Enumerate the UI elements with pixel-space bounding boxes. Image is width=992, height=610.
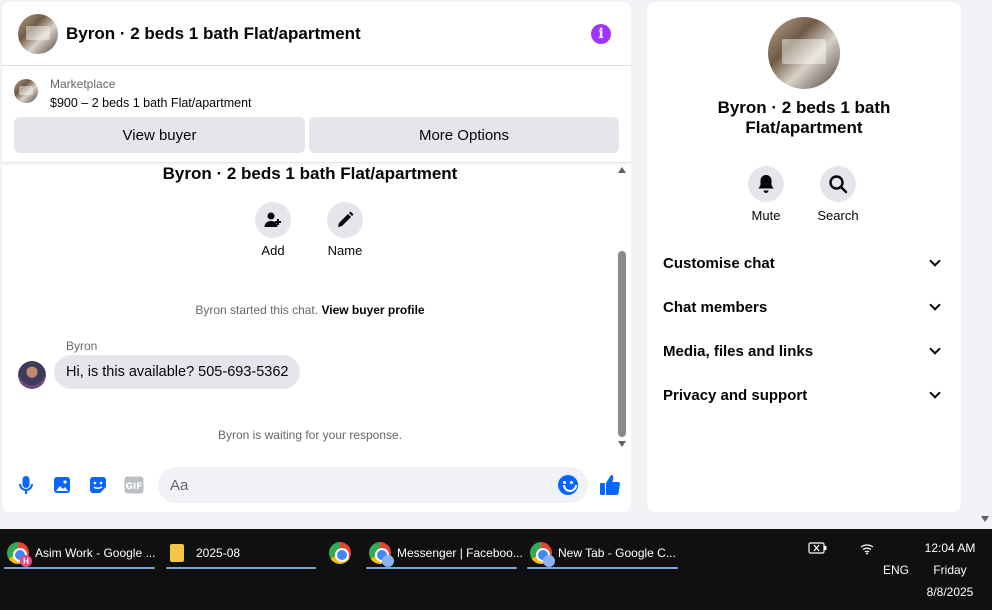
message-bubble[interactable]: Hi, is this available? 505-693-5362 [54,355,301,389]
section-label: Media, files and links [663,342,814,360]
taskbar-item-label: Asim Work - Google ... [35,546,156,560]
section-label: Customise chat [663,254,775,272]
taskbar-item-label: New Tab - Google C... [558,546,676,560]
chat-panel: Byron · 2 beds 1 bath Flat/apartment i M… [2,2,631,512]
chat-scrollbar[interactable] [617,167,627,452]
mute-label: Mute [751,208,781,223]
chat-header-title[interactable]: Byron · 2 beds 1 bath Flat/apartment [66,24,361,44]
message-sender-name: Byron [66,339,98,353]
section-label: Privacy and support [663,386,808,404]
more-options-button[interactable]: More Options [309,117,619,153]
info-icon[interactable]: i [591,24,611,44]
chat-started-notice: Byron started this chat. View buyer prof… [2,303,618,317]
profile-badge: H [20,555,32,567]
message-input[interactable] [158,467,588,503]
microphone-icon[interactable] [16,475,36,495]
browser-icon [329,542,351,564]
search-label: Search [817,208,859,223]
page-scroll-down-arrow-icon[interactable] [981,516,989,522]
chat-started-text: Byron started this chat. [195,303,319,317]
chrome-icon [530,542,555,567]
name-chat-button[interactable]: Name [315,202,375,258]
taskbar-item-folder[interactable]: 2025-08 [166,537,316,569]
taskbar-item-asim-work[interactable]: H Asim Work - Google ... [4,537,155,569]
sticker-icon[interactable] [88,475,108,495]
scroll-up-arrow-icon[interactable] [618,167,626,173]
search-icon [820,166,856,202]
marketplace-listing: Marketplace $900 – 2 beds 1 bath Flat/ap… [2,67,631,163]
scroll-down-arrow-icon[interactable] [618,441,626,447]
scroll-thumb[interactable] [618,251,626,437]
taskbar-item-browser[interactable] [329,537,353,569]
taskbar-item-label: Messenger | Faceboo... [397,546,523,560]
thumbs-up-icon[interactable] [598,473,622,497]
clock-date: 8/8/2025 [926,585,974,599]
customise-chat-section[interactable]: Customise chat [663,251,945,275]
chat-header: Byron · 2 beds 1 bath Flat/apartment i [2,2,631,66]
add-person-icon [255,202,291,238]
taskbar-item-messenger[interactable]: Messenger | Faceboo... [366,537,523,569]
sender-avatar[interactable] [18,361,46,389]
taskbar-item-new-tab[interactable]: New Tab - Google C... [527,537,678,569]
add-people-button[interactable]: Add [243,202,303,258]
waiting-notice: Byron is waiting for your response. [217,428,403,442]
add-label: Add [261,243,285,258]
chat-info-panel: Byron · 2 beds 1 bath Flat/apartment Mut… [647,2,961,512]
listing-avatar[interactable] [18,13,58,54]
listing-thumbnail[interactable] [14,79,38,103]
profile-badge-icon [543,555,555,567]
svg-text:GIF: GIF [126,482,143,492]
folder-icon [170,544,184,562]
message-composer: GIF [2,458,631,512]
battery-icon[interactable] [808,541,828,558]
chat-info-title: Byron · 2 beds 1 bath Flat/apartment [717,98,891,137]
mute-button[interactable]: Mute [736,166,796,223]
section-label: Chat members [663,298,768,316]
media-files-links-section[interactable]: Media, files and links [663,339,945,363]
chevron-down-icon [929,387,941,399]
wifi-icon[interactable] [859,541,875,558]
gif-icon[interactable]: GIF [124,475,144,495]
pencil-icon [327,202,363,238]
listing-source: Marketplace [50,77,116,91]
listing-price[interactable]: $900 – 2 beds 1 bath Flat/apartment [50,96,252,110]
bell-icon [748,166,784,202]
chrome-icon [369,542,394,567]
name-label: Name [327,243,363,258]
photo-icon[interactable] [52,475,72,495]
conversation-title: Byron · 2 beds 1 bath Flat/apartment [162,164,458,183]
chrome-icon: H [7,542,32,567]
view-buyer-button[interactable]: View buyer [14,117,305,153]
clock-time[interactable]: 12:04 AM [918,541,982,555]
taskbar: H Asim Work - Google ... 2025-08 Messeng… [0,529,992,610]
view-buyer-profile-link[interactable]: View buyer profile [321,303,424,317]
chat-members-section[interactable]: Chat members [663,295,945,319]
profile-badge-icon [382,555,394,567]
listing-profile-photo[interactable] [768,17,840,89]
chevron-down-icon [929,299,941,311]
taskbar-item-label: 2025-08 [196,546,241,560]
search-in-chat-button[interactable]: Search [808,166,868,223]
chevron-down-icon [929,343,941,355]
language-indicator[interactable]: ENG [878,563,914,577]
emoji-icon[interactable] [558,475,578,495]
chevron-down-icon [929,255,941,267]
privacy-support-section[interactable]: Privacy and support [663,383,945,407]
clock-day: Friday [933,563,967,577]
